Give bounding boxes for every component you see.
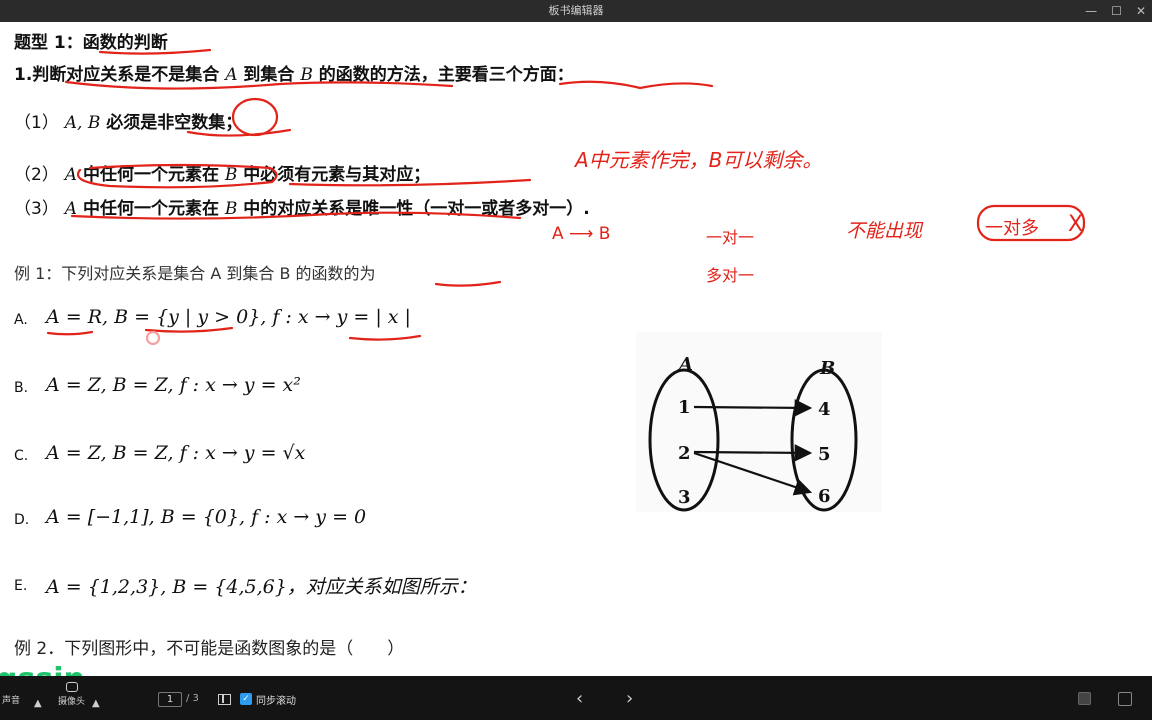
underline-set-b — [144, 326, 234, 333]
underline-domain-r — [46, 330, 94, 336]
underline-function — [434, 280, 502, 287]
window-controls: — ☐ ✕ — [1085, 0, 1146, 22]
criterion-1: （1） A, B 必须是非空数集； — [14, 108, 242, 133]
handwritten-note-mapping: A ⟶ B — [552, 224, 611, 244]
criterion-2-set-b: B — [224, 165, 238, 185]
close-icon[interactable]: ✕ — [1136, 0, 1146, 22]
option-d-formula: A = [−1,1], B = {0}, f : x → y = 0 — [46, 506, 367, 528]
criterion-2-number: （2） — [14, 165, 59, 185]
set-b-symbol: B — [300, 65, 313, 85]
underline-abs — [348, 334, 422, 341]
option-a-label: A. — [14, 312, 28, 328]
mapping-diagram-svg: A B 1 2 3 4 5 6 — [648, 354, 858, 512]
option-b-formula: A = Z, B = Z, f : x → y = x² — [46, 374, 301, 396]
rule-intro-mid: 到集合 — [243, 65, 295, 85]
rule-intro-prefix: 1.判断对应关系是不是集合 — [14, 65, 220, 85]
criterion-1-text: 必须是非空数集； — [106, 113, 243, 133]
option-a-formula: A = R, B = {y | y > 0}, f : x → y = | x … — [46, 306, 411, 328]
set-b-label: B — [819, 358, 835, 379]
handwritten-note-cannot: 不能出现 — [846, 220, 923, 242]
window-title: 板书编辑器 — [548, 4, 604, 17]
maximize-icon[interactable]: ☐ — [1111, 0, 1122, 22]
criterion-1-number: （1） — [14, 113, 59, 133]
sound-label: 声音 — [2, 696, 21, 706]
arrow-2-to-5 — [693, 444, 813, 462]
set-a-element-3: 3 — [678, 487, 691, 508]
example-2-prompt: 例 2．下列图形中，不可能是函数图象的是（ ） — [14, 639, 405, 659]
mapping-diagram: A B 1 2 3 4 5 6 — [636, 332, 882, 512]
criterion-1-sets: A, B — [64, 113, 101, 133]
option-e-label: E. — [14, 578, 28, 594]
example-1-prompt: 例 1：下列对应关系是集合 A 到集合 B 的函数的为 — [14, 264, 376, 283]
underline-three-aspects — [558, 80, 714, 90]
option-b-label: B. — [14, 380, 29, 396]
arrow-1-to-4 — [693, 399, 813, 417]
sound-button[interactable]: 声音 — [2, 693, 20, 706]
camera-dropdown-icon[interactable]: ▲ — [92, 698, 100, 709]
page-number-input[interactable]: 1 — [158, 692, 182, 707]
set-a-element-2: 2 — [678, 443, 691, 464]
option-c-formula: A = Z, B = Z, f : x → y = √x — [46, 442, 306, 464]
minimize-icon[interactable]: — — [1085, 0, 1097, 22]
window-titlebar: 板书编辑器 — ☐ ✕ — [0, 0, 1152, 22]
option-c-label: C. — [14, 448, 29, 464]
criterion-3-set-a: A — [64, 199, 78, 219]
criterion-2: （2） A 中任何一个元素在 B 中必须有元素与其对应； — [14, 160, 430, 185]
criterion-3-mid: 中任何一个元素在 — [82, 199, 219, 219]
handwritten-cross-mark: X — [1068, 212, 1084, 237]
layout-toggle-icon[interactable] — [218, 694, 231, 705]
handwritten-note-one-to-many: 一对多 — [985, 218, 1039, 239]
next-page-button[interactable]: › — [626, 688, 633, 709]
criterion-2-end: 中必须有元素与其对应； — [243, 165, 431, 185]
criterion-2-mid: 中任何一个元素在 — [82, 165, 219, 185]
set-b-element-5: 5 — [818, 444, 831, 465]
set-b-element-6: 6 — [818, 486, 831, 507]
criterion-3-set-b: B — [224, 199, 238, 219]
set-a-symbol: A — [225, 65, 238, 85]
pen-cursor-icon — [145, 330, 161, 346]
page-total: / 3 — [186, 693, 199, 704]
criterion-2-set-a: A — [64, 165, 78, 185]
brand-logo: qssin — [0, 662, 85, 676]
whiteboard-icon[interactable] — [1078, 692, 1091, 705]
rule-intro: 1.判断对应关系是不是集合 A 到集合 B 的函数的方法，主要看三个方面： — [14, 60, 574, 85]
fullscreen-icon[interactable] — [1118, 692, 1132, 706]
bottom-toolbar: 声音 ▲ 摄像头 ▲ 1 / 3 ✓ 同步滚动 ‹ › — [0, 676, 1152, 720]
criterion-3-end: 中的对应关系是唯一性（一对一或者多对一）. — [243, 199, 590, 219]
sync-scroll-checkbox[interactable]: ✓ — [240, 693, 252, 705]
option-e-formula: A = {1,2,3}, B = {4,5,6}，对应关系如图所示： — [46, 576, 477, 598]
camera-button[interactable]: 摄像头 — [58, 682, 85, 707]
prev-page-button[interactable]: ‹ — [576, 688, 583, 709]
criterion-3: （3） A 中任何一个元素在 B 中的对应关系是唯一性（一对一或者多对一）. — [14, 194, 590, 219]
option-d-label: D. — [14, 512, 30, 528]
board-canvas[interactable]: 题型 1：函数的判断 1.判断对应关系是不是集合 A 到集合 B 的函数的方法，… — [0, 22, 1152, 676]
camera-icon — [65, 682, 78, 692]
rule-intro-suffix: 的函数的方法，主要看三个方面： — [318, 65, 574, 85]
sync-scroll-label: 同步滚动 — [256, 696, 296, 707]
set-a-element-1: 1 — [678, 397, 691, 418]
handwritten-note-domain: A中元素作完，B可以剩余。 — [575, 148, 823, 172]
criterion-3-number: （3） — [14, 199, 59, 219]
handwritten-note-one-to-one: 一对一 — [706, 228, 755, 247]
set-b-element-4: 4 — [818, 399, 831, 420]
set-a-label: A — [677, 354, 693, 375]
camera-label: 摄像头 — [58, 697, 86, 707]
section-heading: 题型 1：函数的判断 — [14, 33, 168, 53]
sound-dropdown-icon[interactable]: ▲ — [34, 698, 42, 709]
handwritten-note-many-to-one: 多对一 — [706, 266, 755, 285]
